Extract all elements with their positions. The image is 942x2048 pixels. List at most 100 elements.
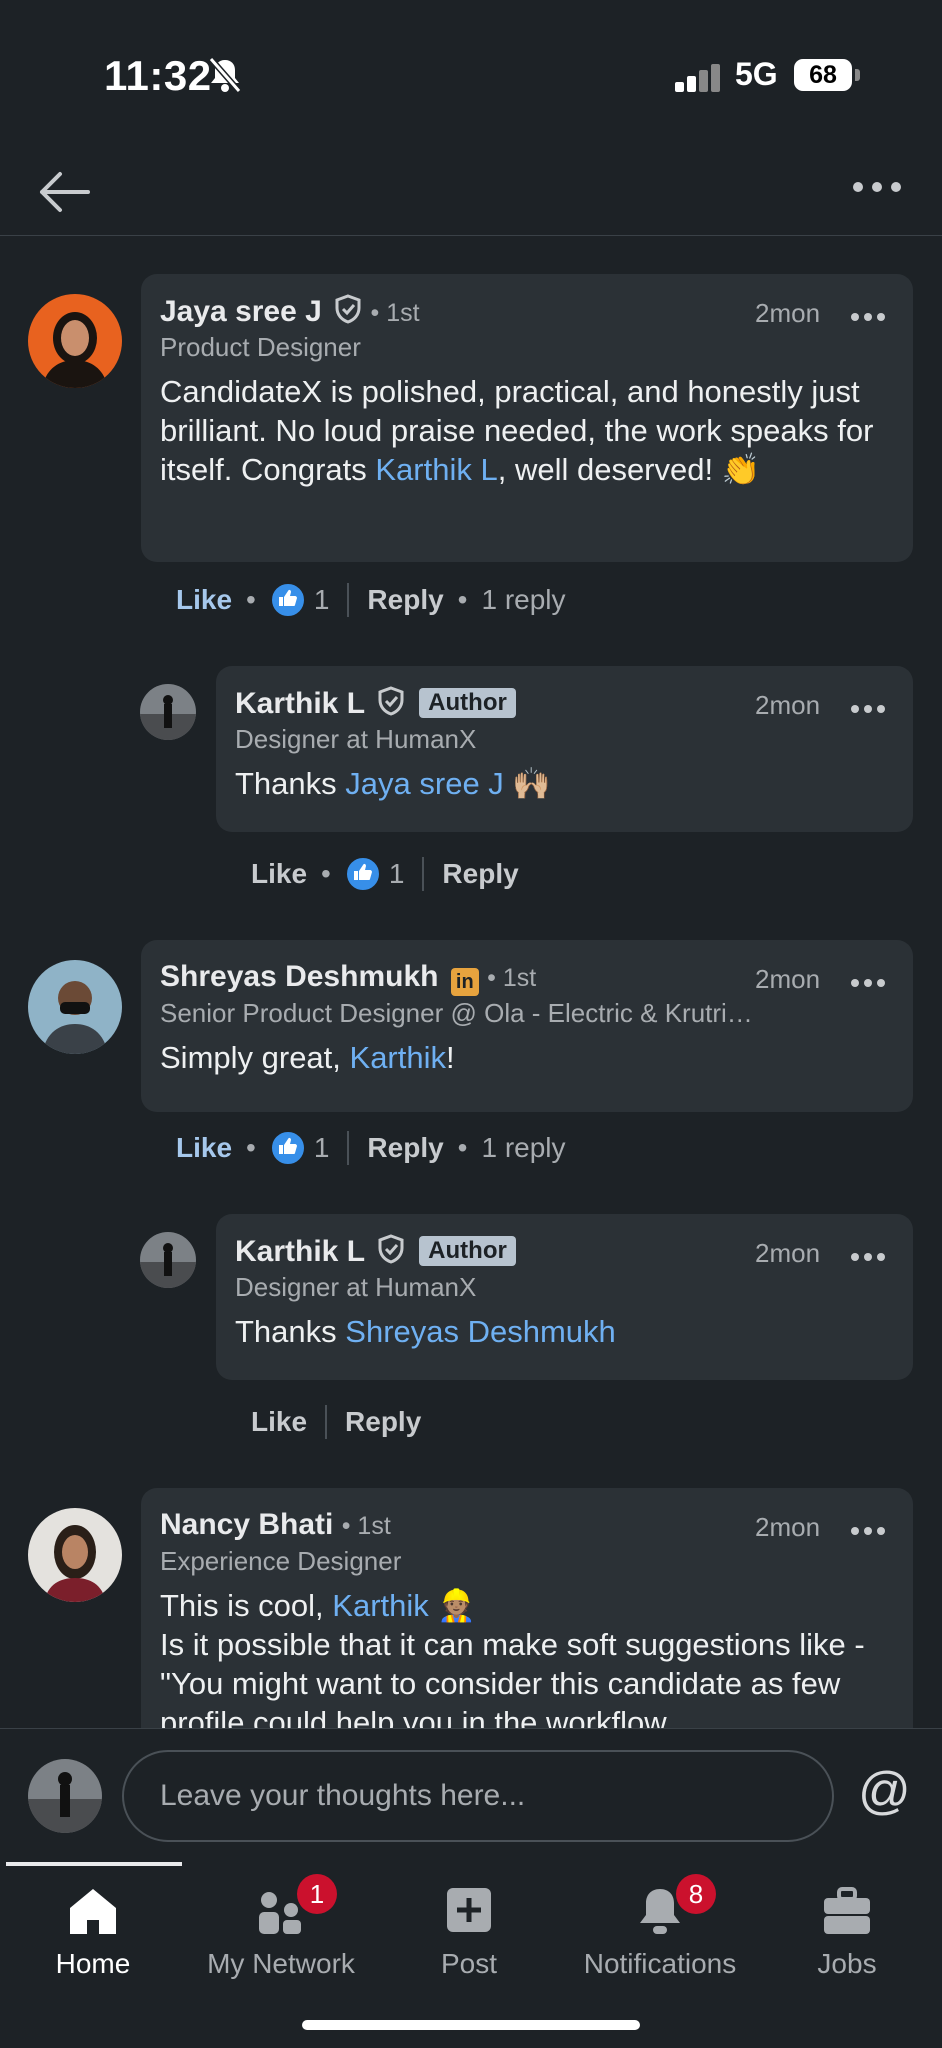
reaction-count[interactable]: 1 xyxy=(314,1132,330,1164)
comment-bubble: Nancy Bhati • 1st Experience Designer 2m… xyxy=(141,1488,913,1728)
reply-button[interactable]: Reply xyxy=(367,1132,443,1164)
comment-text: CandidateX is polished, practical, and h… xyxy=(160,374,874,487)
commenter-name-text[interactable]: Nancy Bhati xyxy=(160,1508,333,1541)
like-button[interactable]: Like xyxy=(251,1406,307,1438)
nav-label: My Network xyxy=(207,1948,355,1979)
reaction-count[interactable]: 1 xyxy=(389,858,405,890)
mention-at-icon[interactable]: @ xyxy=(858,1765,911,1817)
author-badge: Author xyxy=(419,688,516,718)
verified-icon xyxy=(377,1234,405,1272)
nav-notifications[interactable]: 8 Notifications xyxy=(570,1874,750,1986)
comment-text: Thanks Jaya sree J 🙌🏼 xyxy=(235,766,552,801)
avatar[interactable] xyxy=(28,960,122,1054)
comments-list: Jaya sree J • 1st Product Designer 2mon … xyxy=(0,236,942,1728)
my-avatar[interactable] xyxy=(28,1759,102,1833)
notification-badge: 1 xyxy=(297,1874,337,1914)
comment-time: 2mon xyxy=(755,964,821,994)
nav-jobs[interactable]: Jobs xyxy=(757,1876,937,1986)
replies-count[interactable]: 1 reply xyxy=(481,1132,565,1164)
commenter-headline: Senior Product Designer @ Ola - Electric… xyxy=(160,998,753,1028)
replies-count[interactable]: 1 reply xyxy=(481,584,565,616)
silent-mode-icon xyxy=(208,56,242,99)
commenter-name-text[interactable]: Karthik L xyxy=(235,687,364,720)
commenter-name[interactable]: Karthik L Author xyxy=(235,686,516,724)
commenter-headline: Product Designer xyxy=(160,332,361,362)
connection-degree: • 1st xyxy=(487,964,537,992)
commenter-name[interactable]: Karthik L Author xyxy=(235,1234,516,1272)
commenter-headline: Experience Designer xyxy=(160,1546,402,1576)
reply-actions: Like • 1 Reply xyxy=(251,856,519,892)
back-arrow-icon[interactable] xyxy=(36,170,92,219)
mention-link[interactable]: Karthik xyxy=(332,1588,428,1623)
nav-post[interactable]: Post xyxy=(379,1876,559,1986)
comment-time: 2mon xyxy=(755,690,821,720)
active-tab-indicator xyxy=(6,1862,182,1866)
commenter-headline: Designer at HumanX xyxy=(235,724,477,754)
nav-label: Jobs xyxy=(817,1948,877,1979)
linkedin-premium-icon: in xyxy=(450,968,479,996)
comment-more-icon[interactable] xyxy=(851,308,885,326)
mention-link[interactable]: Karthik xyxy=(350,1040,446,1075)
top-bar xyxy=(0,150,942,236)
avatar[interactable] xyxy=(28,1508,122,1602)
comment-input[interactable]: Leave your thoughts here... xyxy=(122,1750,834,1842)
like-button[interactable]: Like xyxy=(251,858,307,890)
commenter-headline: Designer at HumanX xyxy=(235,1272,477,1302)
comment-more-icon[interactable] xyxy=(851,974,885,992)
comment-text: Thanks Shreyas Deshmukh xyxy=(235,1314,616,1349)
more-options-icon[interactable] xyxy=(852,180,902,198)
author-badge: Author xyxy=(419,1236,516,1266)
comment-actions: Like • 1 Reply • 1 reply xyxy=(176,582,566,618)
network-type: 5G xyxy=(735,56,778,92)
status-bar: 11:32 5G 68 xyxy=(0,0,942,150)
like-button[interactable]: Like xyxy=(176,1132,232,1164)
post-icon xyxy=(445,1886,493,1939)
nav-label: Post xyxy=(440,1948,498,1979)
comment-actions: Like • 1 Reply • 1 reply xyxy=(176,1130,566,1166)
comment-bubble: Jaya sree J • 1st Product Designer 2mon … xyxy=(141,274,913,562)
avatar[interactable] xyxy=(140,1232,196,1288)
commenter-name[interactable]: Nancy Bhati • 1st xyxy=(160,1508,391,1542)
status-time: 11:32 xyxy=(104,52,212,99)
comment-input-placeholder: Leave your thoughts here... xyxy=(160,1779,526,1812)
comment-time: 2mon xyxy=(755,1238,821,1268)
commenter-name[interactable]: Shreyas Deshmukh in • 1st xyxy=(160,960,536,996)
avatar[interactable] xyxy=(28,294,122,388)
reply-actions: Like Reply xyxy=(251,1404,421,1439)
like-reaction-icon xyxy=(269,1130,306,1166)
bottom-nav: Home 1 My Network Post 8 Notifications J… xyxy=(0,1862,942,2048)
commenter-name-text[interactable]: Karthik L xyxy=(235,1235,364,1268)
connection-degree: • 1st xyxy=(341,1512,391,1540)
comment-more-icon[interactable] xyxy=(851,1248,885,1266)
reaction-count[interactable]: 1 xyxy=(314,584,330,616)
comment-composer: Leave your thoughts here... @ xyxy=(0,1728,942,1863)
like-button[interactable]: Like xyxy=(176,584,232,616)
home-indicator xyxy=(302,2020,640,2030)
briefcase-icon xyxy=(821,1886,873,1941)
connection-degree: • 1st xyxy=(370,299,420,327)
reply-bubble: Karthik L Author Designer at HumanX 2mon… xyxy=(216,1214,913,1380)
battery-icon xyxy=(855,69,860,81)
avatar[interactable] xyxy=(140,684,196,740)
reply-button[interactable]: Reply xyxy=(442,858,518,890)
reply-button[interactable]: Reply xyxy=(367,584,443,616)
comment-more-icon[interactable] xyxy=(851,1522,885,1540)
nav-home[interactable]: Home xyxy=(3,1876,183,1986)
comment-time: 2mon xyxy=(755,298,821,328)
home-icon xyxy=(67,1886,119,1941)
commenter-name-text[interactable]: Shreyas Deshmukh xyxy=(160,960,438,993)
comment-more-icon[interactable] xyxy=(851,700,885,718)
commenter-name[interactable]: Jaya sree J • 1st xyxy=(160,294,420,332)
reply-button[interactable]: Reply xyxy=(345,1406,421,1438)
comment-text: Simply great, Karthik! xyxy=(160,1040,455,1075)
mention-link[interactable]: Karthik L xyxy=(375,452,497,487)
battery-level: 68 xyxy=(794,59,852,91)
mention-link[interactable]: Jaya sree J xyxy=(345,766,504,801)
reply-bubble: Karthik L Author Designer at HumanX 2mon… xyxy=(216,666,913,832)
mention-link[interactable]: Shreyas Deshmukh xyxy=(345,1314,616,1349)
comment-time: 2mon xyxy=(755,1512,821,1542)
commenter-name-text[interactable]: Jaya sree J xyxy=(160,295,322,328)
nav-my-network[interactable]: 1 My Network xyxy=(191,1874,371,1986)
nav-label: Notifications xyxy=(583,1948,737,1979)
verified-icon xyxy=(377,686,405,724)
